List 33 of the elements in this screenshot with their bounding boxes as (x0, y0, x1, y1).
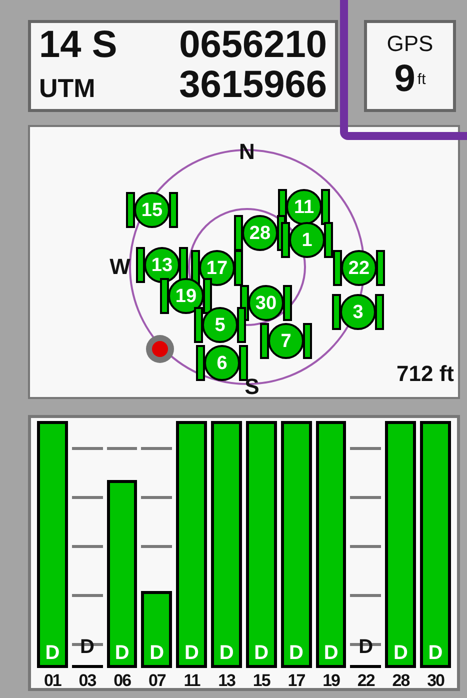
satellite-number: 07 (147, 670, 167, 692)
differential-label: D (393, 641, 408, 665)
satellite-number: 17 (286, 670, 306, 692)
satellite-number: 01 (42, 670, 62, 692)
differential-label: D (219, 641, 234, 665)
differential-label: D (114, 641, 130, 665)
satellite-number: 13 (217, 670, 236, 692)
satellite-number: 19 (322, 670, 341, 692)
utm-zone: 14 S (39, 24, 118, 64)
satellite-number: 28 (391, 670, 411, 692)
satellite-number: 11 (182, 670, 202, 692)
differential-label: D (254, 641, 269, 665)
satellite-number: 15 (252, 670, 272, 692)
satellite-number: 22 (356, 670, 376, 692)
differential-label: D (324, 641, 338, 665)
accuracy-label: GPS (386, 31, 434, 57)
differential-label: D (184, 641, 199, 665)
satellite-number: 03 (78, 670, 97, 692)
position-format: UTM (39, 72, 96, 104)
accuracy-value: 9 (394, 57, 416, 101)
accuracy-unit: ft (417, 72, 426, 86)
easting-value: 0656210 (179, 24, 327, 64)
satellite-number: 30 (426, 670, 446, 692)
differential-label: D (288, 641, 304, 665)
position-marker-icon (146, 335, 174, 363)
differential-label: D (358, 635, 374, 659)
differential-label: D (150, 641, 164, 665)
differential-label: D (428, 641, 443, 665)
differential-label: D (80, 635, 94, 659)
satellite-number: 06 (112, 670, 132, 692)
differential-label: D (45, 641, 60, 665)
northing-value: 3615966 (179, 64, 327, 104)
map-scale: 712 ft (396, 361, 454, 387)
